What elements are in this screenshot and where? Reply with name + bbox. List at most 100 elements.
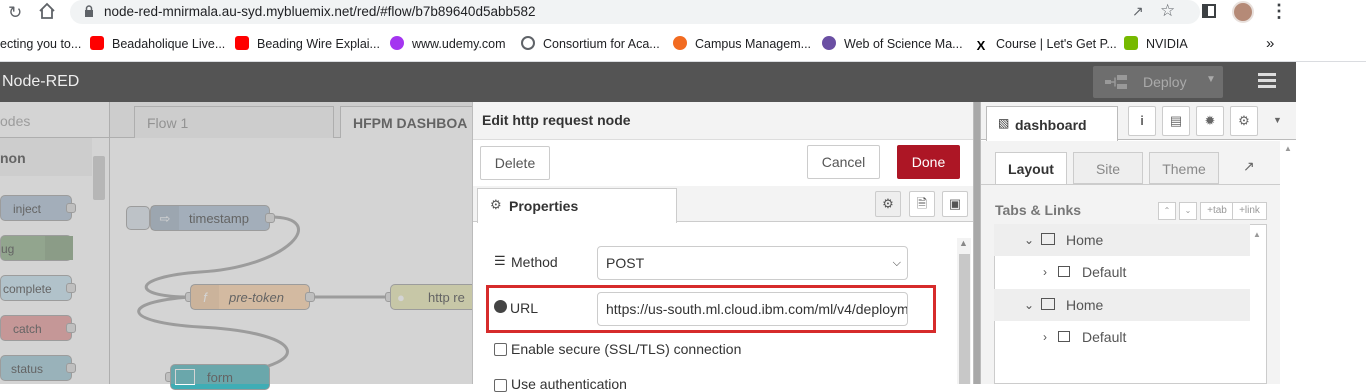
scroll-up-icon[interactable]: ▲	[959, 238, 968, 248]
reload-icon[interactable]: ↻	[8, 3, 22, 23]
table-icon	[1058, 266, 1070, 277]
dialog-header: Edit http request node	[473, 102, 973, 140]
tree-group-default[interactable]: › Default	[994, 321, 1250, 353]
page-margin	[1296, 62, 1366, 384]
dialog-scrollbar-thumb[interactable]	[959, 254, 970, 384]
gear-icon: ⚙	[882, 196, 894, 211]
deploy-button[interactable]: Deploy ▼	[1093, 66, 1223, 98]
home-icon[interactable]	[38, 2, 56, 20]
bug-icon: ✹	[1204, 113, 1216, 128]
gear-icon: ⚙	[490, 197, 502, 212]
chevron-down-icon: ▼	[1206, 74, 1216, 85]
address-bar[interactable]: node-red-mnirmala.au-syd.mybluemix.net/r…	[70, 0, 1200, 24]
wos-icon	[822, 36, 836, 50]
url-label: URL	[510, 300, 539, 316]
hamburger-menu-icon[interactable]	[1258, 72, 1276, 88]
tab-properties[interactable]: ⚙ Properties	[477, 188, 677, 223]
lock-icon	[84, 5, 94, 18]
subtab-layout[interactable]: Layout	[995, 152, 1067, 184]
cancel-button[interactable]: Cancel	[807, 145, 880, 179]
avatar[interactable]	[1232, 1, 1254, 23]
subtab-underline	[981, 184, 1280, 185]
frame-icon	[1041, 298, 1055, 310]
collapse-all-button[interactable]: ⌃	[1158, 202, 1176, 220]
deploy-icon	[1105, 75, 1127, 89]
method-label: Method	[511, 254, 558, 270]
chevron-down-icon[interactable]: ▼	[1273, 115, 1282, 125]
sidepanel-icon[interactable]	[1202, 4, 1216, 18]
chevron-right-icon: ›	[1043, 265, 1047, 279]
tab-dashboard[interactable]: ▧ dashboard	[986, 106, 1118, 141]
bar-chart-icon: ▧	[998, 116, 1010, 130]
help-button[interactable]: ▤	[1162, 106, 1190, 136]
chevron-down-icon: ⌄	[1024, 298, 1035, 312]
youtube-icon	[235, 36, 249, 50]
tree-tab-home[interactable]: ⌄ Home	[994, 289, 1250, 321]
bookmark-item[interactable]: NVIDIA	[1124, 35, 1188, 53]
tree-tab-home[interactable]: ⌄ Home	[994, 224, 1250, 256]
section-title: Tabs & Links	[995, 202, 1082, 218]
edit-node-dialog: Edit http request node Delete Cancel Don…	[472, 102, 974, 392]
book-icon: ▤	[1169, 113, 1183, 128]
campus-icon	[673, 36, 687, 50]
done-button[interactable]: Done	[897, 145, 960, 179]
bookmark-item[interactable]: ecting you to...	[0, 35, 81, 53]
bookmark-item[interactable]: Beadaholique Live...	[90, 35, 225, 53]
nvidia-icon	[1124, 36, 1138, 50]
external-link-icon[interactable]: ↗	[1243, 158, 1255, 175]
sidebar-scrollbar[interactable]	[1280, 141, 1296, 384]
app-title: Node-RED	[2, 73, 80, 90]
bookmarks-more[interactable]: »	[1266, 35, 1274, 53]
ssl-label: Enable secure (SSL/TLS) connection	[511, 341, 742, 357]
deploy-label: Deploy	[1143, 74, 1187, 90]
info-icon: i	[1140, 113, 1144, 128]
bookmarks-bar: ecting you to... Beadaholique Live... Be…	[0, 26, 1366, 62]
chevron-down-icon: ⌵	[892, 257, 901, 269]
add-tab-button[interactable]: +tab	[1200, 202, 1234, 220]
globe-icon	[494, 300, 507, 313]
bookmark-item[interactable]: Web of Science Ma...	[822, 35, 963, 53]
ssl-checkbox[interactable]	[494, 343, 507, 356]
chevron-down-icon: ⌄	[1024, 233, 1035, 247]
star-icon[interactable]: ☆	[1160, 1, 1175, 21]
udemy-icon	[390, 36, 404, 50]
add-link-button[interactable]: +link	[1232, 202, 1267, 220]
url-text: node-red-mnirmala.au-syd.mybluemix.net/r…	[104, 4, 536, 19]
method-select[interactable]: POST ⌵	[597, 246, 908, 280]
gear-icon: ⚙	[1238, 113, 1250, 128]
node-appearance-button[interactable]: ▣	[942, 191, 968, 217]
node-settings-button[interactable]: ⚙	[875, 191, 901, 217]
chevron-right-icon: ›	[1043, 330, 1047, 344]
bookmark-item[interactable]: www.udemy.com	[390, 35, 506, 53]
browser-toolbar: ↻ node-red-mnirmala.au-syd.mybluemix.net…	[0, 0, 1366, 26]
document-icon: 🗎	[916, 196, 928, 211]
debug-button[interactable]: ✹	[1196, 106, 1224, 136]
bookmark-item[interactable]: Campus Managem...	[673, 35, 811, 53]
share-icon[interactable]: ↗	[1132, 3, 1144, 20]
list-icon: ☰	[494, 253, 506, 268]
info-button[interactable]: i	[1128, 106, 1156, 136]
url-input[interactable]: https://us-south.ml.cloud.ibm.com/ml/v4/…	[597, 292, 908, 326]
nodered-header: Node-RED Deploy ▼	[0, 62, 1296, 102]
expand-all-button[interactable]: ⌄	[1179, 202, 1197, 220]
youtube-icon	[90, 36, 104, 50]
bookmark-item[interactable]: Consortium for Aca...	[521, 35, 660, 53]
bookmark-item[interactable]: Beading Wire Explai...	[235, 35, 380, 53]
auth-checkbox[interactable]	[494, 379, 507, 392]
auth-label: Use authentication	[511, 376, 627, 392]
bookmark-item[interactable]: X Course | Let's Get P...	[974, 35, 1117, 53]
subtab-theme[interactable]: Theme	[1149, 152, 1219, 184]
dialog-title: Edit http request node	[482, 112, 631, 128]
modal-backdrop	[0, 102, 472, 384]
table-icon	[1058, 331, 1070, 342]
scroll-up-icon[interactable]: ▲	[1284, 144, 1292, 153]
config-button[interactable]: ⚙	[1230, 106, 1258, 136]
frame-icon	[1041, 233, 1055, 245]
tree-scroll-up-icon[interactable]: ▲	[1253, 230, 1261, 239]
node-description-button[interactable]: 🗎	[909, 191, 935, 217]
subtab-site[interactable]: Site	[1073, 152, 1143, 184]
menu-dots-icon[interactable]: ⋮	[1270, 1, 1288, 22]
tree-group-default[interactable]: › Default	[994, 256, 1250, 288]
globe-icon	[521, 36, 535, 50]
delete-button[interactable]: Delete	[480, 146, 550, 180]
